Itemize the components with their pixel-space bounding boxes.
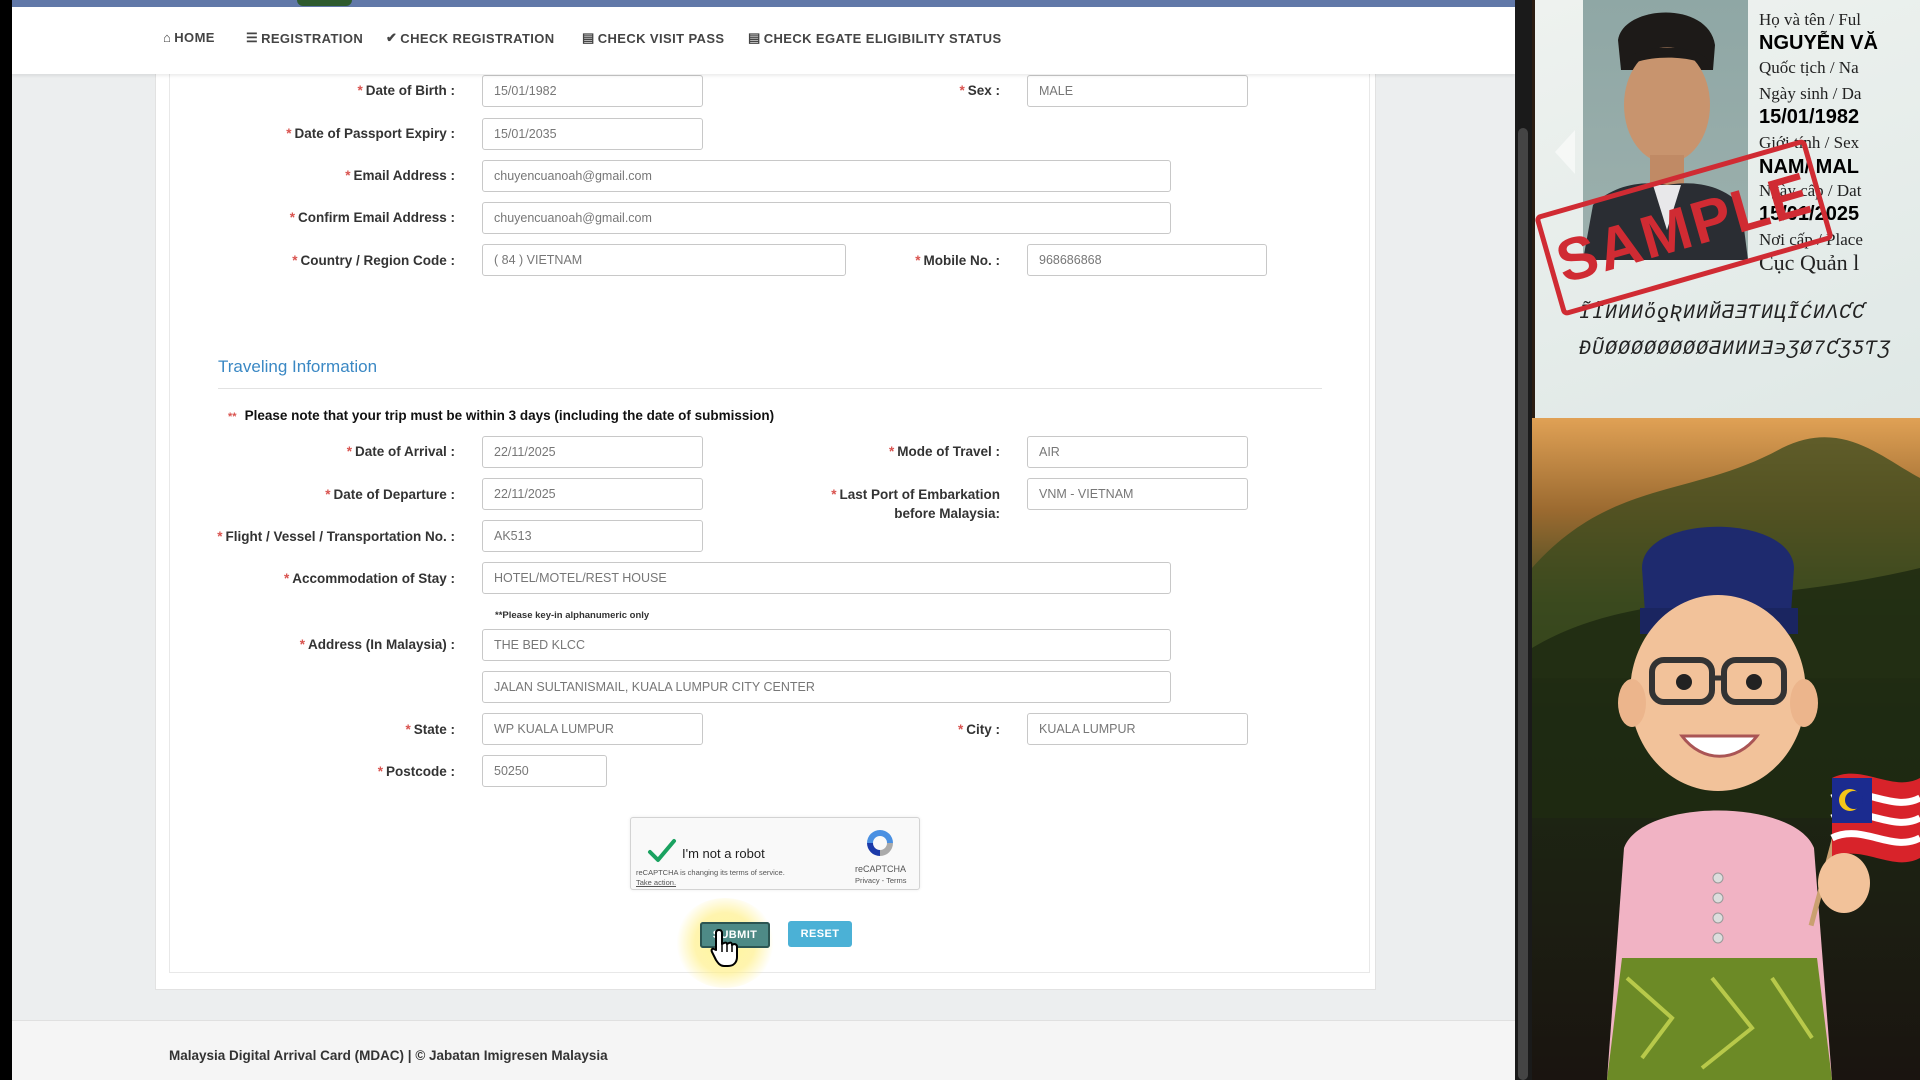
postcode-input[interactable]: 50250	[482, 755, 607, 787]
pp-nationality-label: Quốc tịch / Na	[1759, 58, 1859, 77]
passport-expiry-label: * Date of Passport Expiry :	[286, 126, 455, 141]
alphanumeric-hint: **Please key-in alphanumeric only	[495, 610, 650, 621]
departure-label: * Date of Departure :	[325, 487, 455, 502]
top-accent-bar	[12, 0, 1515, 7]
country-code-label: * Country / Region Code :	[292, 253, 455, 268]
city-select[interactable]: KUALA LUMPUR	[1027, 713, 1248, 745]
mode-select[interactable]: AIR	[1027, 436, 1248, 468]
prev-arrow-icon	[1555, 130, 1575, 174]
mode-label: * Mode of Travel :	[888, 444, 1000, 459]
recaptcha-notice: reCAPTCHA is changing its terms of servi…	[636, 868, 826, 888]
page-footer: Malaysia Digital Arrival Card (MDAC) | ©…	[12, 1020, 1515, 1080]
trip-note: ** Please note that your trip must be wit…	[228, 408, 775, 423]
dob-label: * Date of Birth :	[357, 83, 455, 98]
footer-text: Malaysia Digital Arrival Card (MDAC) | ©…	[169, 1048, 608, 1063]
list-icon: ☰	[246, 30, 259, 45]
mobile-input[interactable]: 968686868	[1027, 244, 1267, 276]
nav-check-visit-pass[interactable]: ▤ CHECK VISIT PASS	[582, 30, 724, 46]
nav-check-egate[interactable]: ▤ CHECK EGATE ELIGIBILITY STATUS	[748, 30, 1002, 46]
pp-mrz-line1: ĨĨИИИὄƍƦИИЙƋƎƬИЦĨĆИΛƇƇ	[1579, 302, 1866, 325]
pp-mrz-line2: ĐŨØØØØØØØØƋИИИƎ϶ƷØ7ƇƷƼƬƷ	[1579, 338, 1892, 361]
check-circle-icon: ✔	[386, 30, 398, 45]
nav-check-registration[interactable]: ✔ CHECK REGISTRATION	[386, 30, 555, 46]
recaptcha-checkbox[interactable]	[647, 838, 677, 864]
scrollbar[interactable]	[1515, 0, 1532, 1080]
video-overlay-panel: Họ và tên / Ful NGUYỄN VĂ Quốc tịch / Na…	[1532, 0, 1920, 1080]
mascot-scene	[1532, 418, 1920, 1080]
passport-sample-image: Họ và tên / Ful NGUYỄN VĂ Quốc tịch / Na…	[1533, 0, 1920, 418]
address-line1-input[interactable]: THE BED KLCC	[482, 629, 1171, 661]
mobile-label: * Mobile No. :	[915, 253, 1000, 268]
state-label: * State :	[405, 722, 455, 737]
sex-select[interactable]: MALE	[1027, 75, 1248, 107]
address-label: * Address (In Malaysia) :	[299, 637, 455, 652]
confirm-email-label: * Confirm Email Address :	[289, 210, 455, 225]
site-logo	[297, 0, 352, 6]
recaptcha-widget: I'm not a robot reCAPTCHA is changing it…	[630, 817, 920, 890]
departure-input[interactable]: 22/11/2025	[482, 478, 703, 510]
address-line2-input[interactable]: JALAN SULTANISMAIL, KUALA LUMPUR CITY CE…	[482, 671, 1171, 703]
accommodation-select[interactable]: HOTEL/MOTEL/REST HOUSE	[482, 562, 1171, 594]
reset-button[interactable]: RESET	[788, 921, 852, 947]
nav-home-label: HOME	[174, 30, 215, 45]
document-icon: ▤	[582, 30, 595, 45]
nav-check-visit-pass-label: CHECK VISIT PASS	[597, 30, 725, 46]
arrival-label: * Date of Arrival :	[346, 444, 455, 459]
pp-dob: 15/01/1982	[1759, 106, 1860, 128]
hand-cursor-icon	[710, 929, 738, 967]
main-nav: ⌂ HOME ☰ REGISTRATION ✔ CHECK REGISTRATI…	[12, 7, 1515, 74]
recaptcha-logo-icon	[867, 830, 893, 856]
arrival-input[interactable]: 22/11/2025	[482, 436, 703, 468]
country-code-select[interactable]: ( 84 ) VIETNAM	[482, 244, 846, 276]
recaptcha-brand: reCAPTCHA	[855, 864, 907, 874]
recaptcha-terms[interactable]: Privacy - Terms	[855, 876, 907, 885]
email-label: * Email Address :	[345, 168, 455, 183]
nav-check-egate-label: CHECK EGATE ELIGIBILITY STATUS	[763, 30, 1002, 46]
port-label: * Last Port of Embarkation before Malaysia…	[831, 487, 1000, 521]
pp-name-label: Họ và tên / Ful	[1759, 10, 1861, 29]
flight-input[interactable]: AK513	[482, 520, 703, 552]
port-select[interactable]: VNM - VIETNAM	[1027, 478, 1248, 510]
accommodation-label: * Accommodation of Stay :	[283, 571, 455, 586]
home-icon: ⌂	[163, 30, 172, 45]
city-label: * City :	[957, 722, 1000, 737]
browser-viewport: ⌂ HOME ☰ REGISTRATION ✔ CHECK REGISTRATI…	[12, 0, 1515, 1080]
confirm-email-input[interactable]: chuyencuanoah@gmail.com	[482, 202, 1171, 234]
flight-label: * Flight / Vessel / Transportation No. :	[217, 529, 455, 544]
nav-registration[interactable]: ☰ REGISTRATION	[246, 30, 363, 46]
email-input[interactable]: chuyencuanoah@gmail.com	[482, 160, 1171, 192]
pp-dob-label: Ngày sinh / Da	[1759, 84, 1862, 103]
nav-registration-label: REGISTRATION	[261, 30, 364, 46]
scrollbar-thumb[interactable]	[1518, 128, 1528, 1080]
nav-home[interactable]: ⌂ HOME	[163, 30, 215, 45]
mascot-illustration	[1532, 437, 1920, 1080]
dob-input[interactable]: 15/01/1982	[482, 75, 703, 107]
postcode-label: * Postcode :	[377, 764, 455, 779]
section-title-traveling: Traveling Information	[218, 357, 378, 376]
nav-check-registration-label: CHECK REGISTRATION	[400, 30, 555, 46]
sex-label: * Sex :	[959, 83, 1000, 98]
recaptcha-label: I'm not a robot	[682, 846, 765, 861]
state-select[interactable]: WP KUALA LUMPUR	[482, 713, 703, 745]
section-divider	[218, 388, 1322, 389]
recaptcha-take-action-link[interactable]: Take action.	[636, 878, 826, 888]
pp-name: NGUYỄN VĂ	[1759, 32, 1878, 54]
document-icon: ▤	[748, 30, 761, 45]
passport-expiry-input[interactable]: 15/01/2035	[482, 118, 703, 150]
